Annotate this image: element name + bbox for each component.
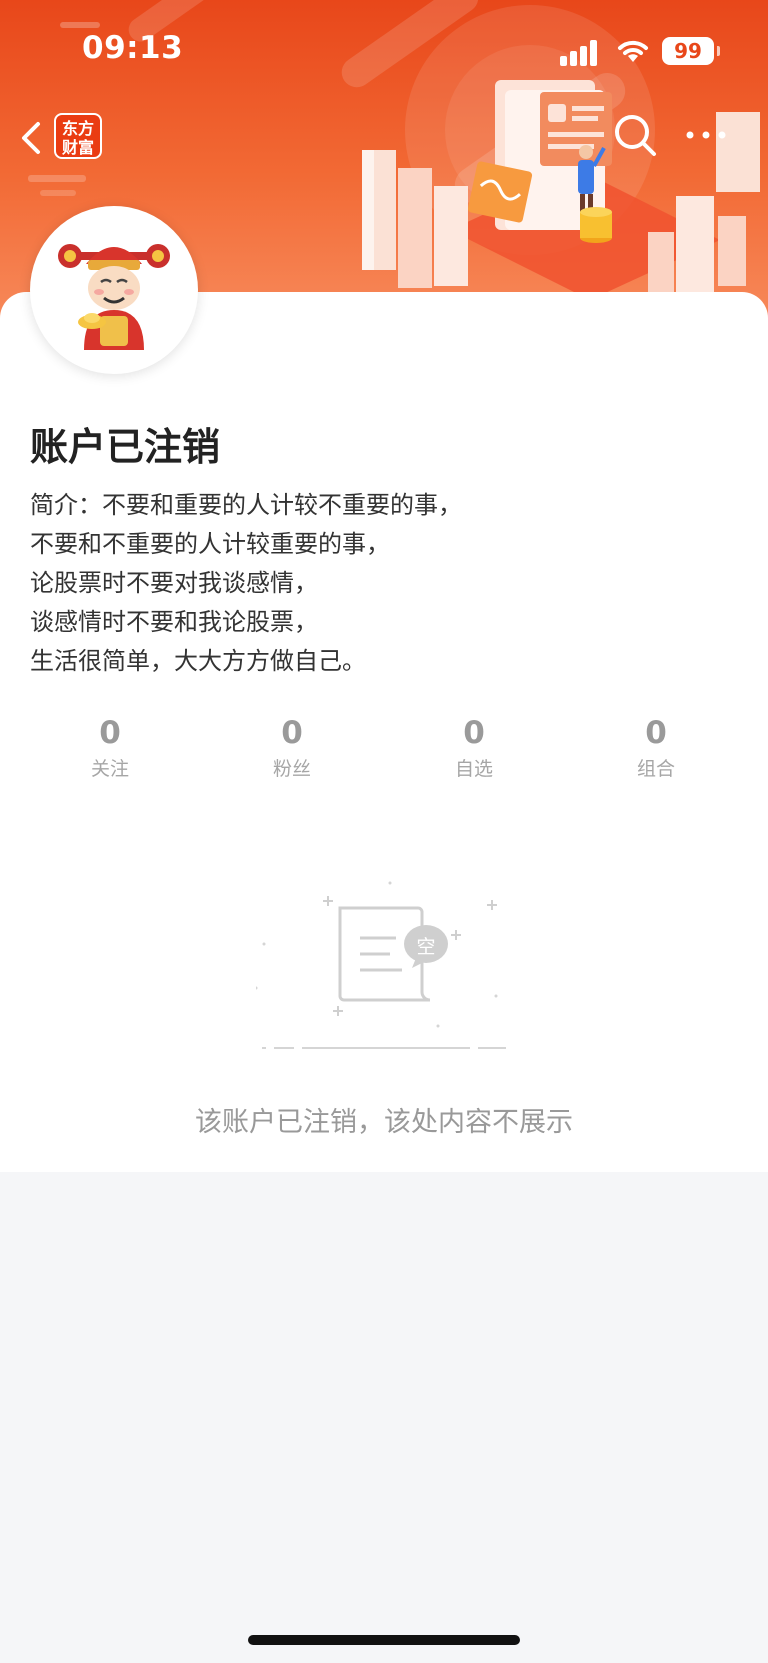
logo-line-2: 财富 [61, 138, 94, 157]
stat-label: 关注 [90, 758, 129, 780]
status-time: 09:13 [82, 30, 184, 66]
back-icon[interactable] [18, 118, 46, 158]
app-logo: 东方 财富 [54, 113, 102, 159]
empty-state-icon [256, 881, 506, 1049]
stat-watchlist[interactable]: 0 自选 [414, 712, 534, 784]
battery-icon: 99 [662, 37, 720, 65]
bio-line: 简介：不要和重要的人计较不重要的事， [30, 491, 462, 519]
stat-portfolio[interactable]: 0 组合 [596, 712, 716, 784]
bio-line: 生活很简单，大大方方做自己。 [30, 647, 366, 675]
profile-bio: 简介：不要和重要的人计较不重要的事， 不要和不重要的人计较重要的事， 论股票时不… [30, 486, 730, 681]
stats-row: 0 关注 0 粉丝 0 自选 0 组合 [0, 712, 768, 792]
avatar[interactable] [30, 206, 198, 374]
bio-line: 不要和不重要的人计较重要的事， [30, 530, 390, 558]
stat-following[interactable]: 0 关注 [50, 712, 170, 784]
bio-line: 论股票时不要对我谈感情， [30, 569, 318, 597]
wifi-icon [618, 40, 648, 62]
stat-label: 粉丝 [272, 758, 311, 780]
logo-line-1: 东方 [61, 119, 94, 138]
page-title: 账户已注销 [30, 425, 221, 469]
more-icon[interactable] [684, 122, 728, 148]
home-indicator [248, 1635, 520, 1645]
stat-value: 0 [463, 715, 485, 751]
stat-label: 组合 [636, 758, 675, 780]
stat-followers[interactable]: 0 粉丝 [232, 712, 352, 784]
stat-value: 0 [645, 715, 667, 751]
avatar-god-of-wealth-image [58, 244, 170, 350]
signal-icon [560, 40, 600, 66]
bio-line: 谈感情时不要和我论股票， [30, 608, 318, 636]
stat-value: 0 [281, 715, 303, 751]
search-icon[interactable] [612, 112, 658, 158]
empty-badge: 空 [416, 936, 436, 958]
stat-value: 0 [99, 715, 121, 751]
stat-label: 自选 [454, 758, 493, 780]
empty-state-message: 该账户已注销，该处内容不展示 [195, 1107, 573, 1138]
